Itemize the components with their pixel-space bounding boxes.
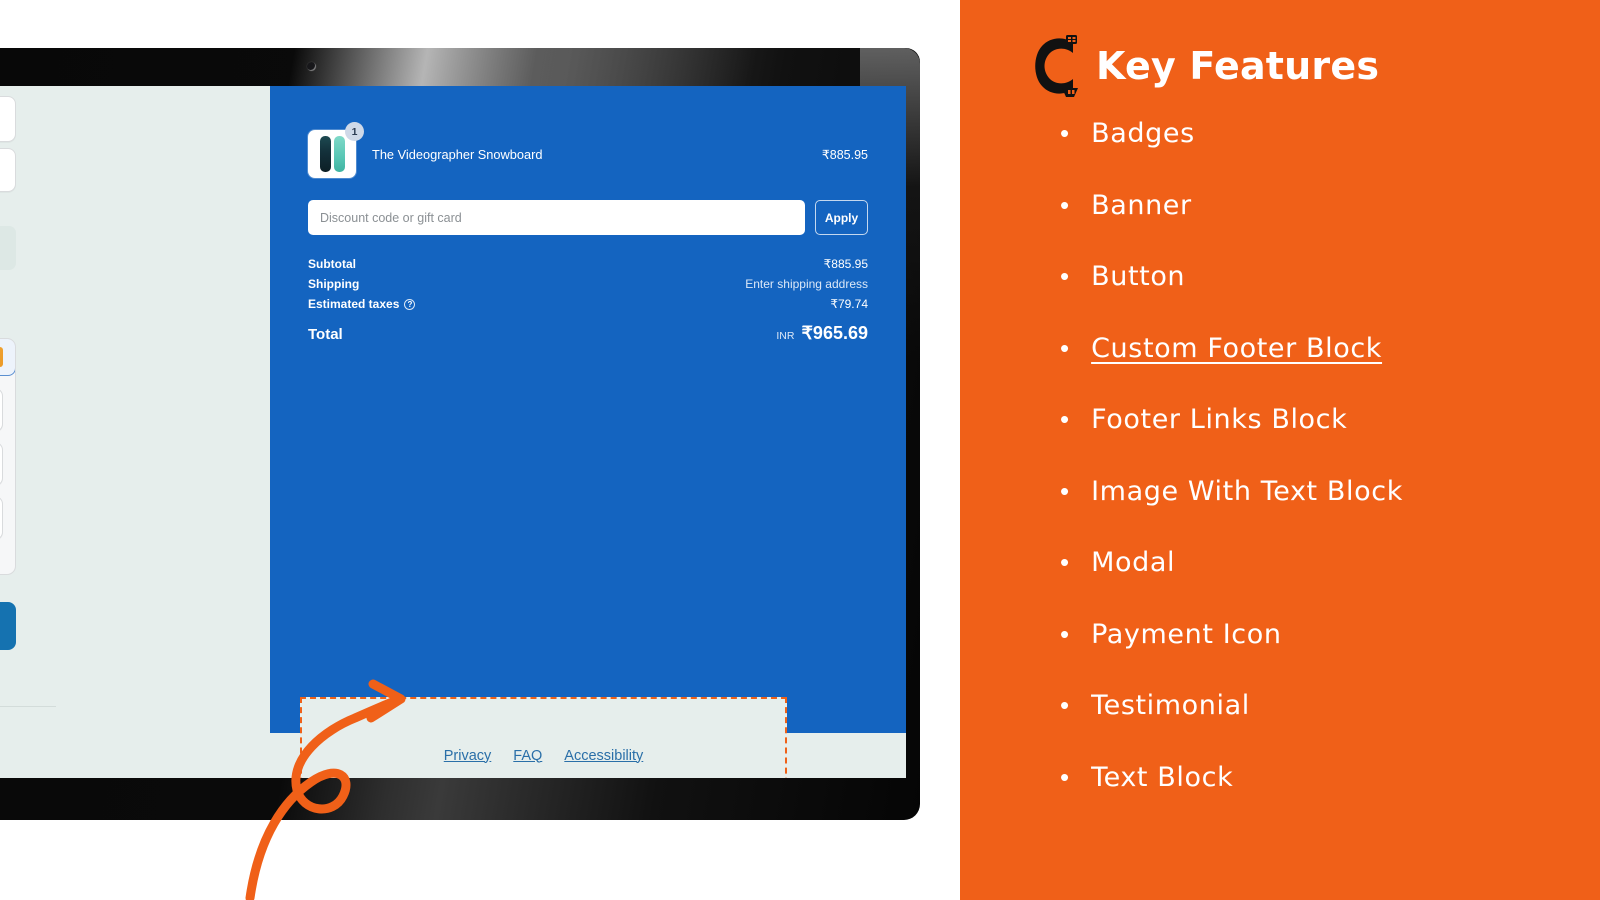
- discount-row: Discount code or gift card Apply: [308, 200, 868, 235]
- screenshot-root: West Bengal PIN code Enter your shipping…: [0, 0, 1600, 900]
- feature-item-badges[interactable]: • Badges: [1060, 118, 1580, 190]
- feature-item-footer-links-block[interactable]: • Footer Links Block: [1060, 404, 1580, 476]
- expiry-security-row: Expiration date (MM / YY) Security code …: [0, 442, 3, 486]
- feature-item-text-block[interactable]: • Text Block: [1060, 762, 1580, 834]
- bullet-icon: •: [1060, 547, 1070, 577]
- order-summary-panel: 1 The Videographer Snowboard ₹885.95 Dis…: [270, 86, 906, 733]
- taxes-label: Estimated taxes: [308, 297, 400, 311]
- bullet-icon: •: [1060, 261, 1070, 291]
- shipping-methods-note: Enter your shipping address to view avai…: [0, 226, 16, 270]
- apply-label: Apply: [824, 210, 859, 225]
- bullet-icon: •: [1060, 690, 1070, 720]
- snowboard-dark: [319, 136, 331, 172]
- subtotal-label: Subtotal: [308, 257, 356, 271]
- state-pin-row: West Bengal PIN code: [0, 148, 16, 192]
- footer-link-accessibility[interactable]: Accessibility: [564, 748, 643, 764]
- feature-item-payment-icon[interactable]: • Payment Icon: [1060, 619, 1580, 691]
- bullet-icon: •: [1060, 189, 1070, 220]
- name-on-card-input[interactable]: Name on card: [0, 496, 3, 540]
- security-code-input[interactable]: Security code ?: [0, 442, 3, 486]
- shipping-label: Shipping: [308, 277, 360, 291]
- payment-fields: Card number Expiration date (MM / YY) Se…: [0, 376, 15, 574]
- total-label: Total: [308, 326, 343, 343]
- product-name: The Videographer Snowboard: [372, 146, 543, 162]
- feature-item-banner[interactable]: • Banner: [1060, 190, 1580, 262]
- bullet-icon: •: [1060, 332, 1070, 363]
- feature-item-image-with-text-block[interactable]: • Image With Text Block: [1060, 476, 1580, 548]
- totals-row-taxes: Estimated taxes ? ₹79.74: [308, 297, 868, 311]
- custom-footer-block: Privacy FAQ Accessibility: [300, 697, 787, 778]
- apply-discount-button[interactable]: Apply: [815, 200, 868, 235]
- feature-item-testimonial[interactable]: • Testimonial: [1060, 690, 1580, 762]
- bullet-icon: •: [1060, 618, 1070, 649]
- feature-item-custom-footer-block[interactable]: • Custom Footer Block: [1060, 333, 1580, 405]
- totals-row-shipping: Shipping Enter shipping address: [308, 277, 868, 291]
- total-value-wrap: INR ₹965.69: [776, 323, 868, 344]
- discount-placeholder: Discount code or gift card: [320, 210, 462, 225]
- feature-label: Banner: [1091, 189, 1192, 221]
- feature-label: Payment Icon: [1091, 618, 1282, 650]
- product-thumbnail-wrap: 1: [308, 122, 364, 178]
- snowboard-light: [333, 136, 345, 172]
- feature-label: Text Block: [1091, 761, 1234, 793]
- feature-label: Modal: [1091, 547, 1176, 578]
- subtotal-value: ₹885.95: [823, 257, 868, 271]
- bullet-icon: •: [1060, 475, 1070, 506]
- footer-link-faq[interactable]: FAQ: [513, 748, 542, 764]
- totals-row-subtotal: Subtotal ₹885.95: [308, 257, 868, 271]
- c-logo-icon: [1035, 35, 1078, 97]
- totals-row-total: Total INR ₹965.69: [308, 323, 868, 344]
- feature-label: Image With Text Block: [1091, 475, 1403, 507]
- billing-address-note: Use shipping address as billing address: [0, 550, 3, 562]
- total-amount: ₹965.69: [801, 323, 868, 343]
- quantity-badge: 1: [345, 122, 364, 141]
- currency-code: INR: [776, 330, 795, 342]
- feature-item-modal[interactable]: • Modal: [1060, 547, 1580, 619]
- totals-list: Subtotal ₹885.95 Shipping Enter shipping…: [308, 257, 868, 344]
- payment-card: B Card number Expiration date (MM / YY): [0, 338, 16, 575]
- taxes-label-wrap: Estimated taxes ?: [308, 297, 416, 311]
- feature-label: Button: [1091, 261, 1186, 292]
- discount-input[interactable]: Discount code or gift card: [308, 200, 805, 235]
- bogus-gateway-badge: B: [0, 347, 3, 367]
- taxes-info-icon[interactable]: ?: [404, 298, 416, 310]
- address-field[interactable]: [0, 96, 16, 142]
- bullet-icon: •: [1060, 404, 1070, 434]
- feature-label: Footer Links Block: [1091, 404, 1348, 435]
- checkout-form-column: West Bengal PIN code Enter your shipping…: [0, 86, 270, 733]
- order-line-item: 1 The Videographer Snowboard ₹885.95: [308, 122, 868, 178]
- taxes-value: ₹79.74: [830, 297, 868, 311]
- feature-label: Badges: [1091, 118, 1195, 149]
- panel-header: Key Features: [1026, 30, 1379, 102]
- features-list: • Badges • Banner • Button • Custom Foot…: [1060, 118, 1580, 833]
- pin-code-input[interactable]: PIN code: [0, 148, 16, 192]
- shipping-value: Enter shipping address: [745, 277, 868, 291]
- webcam-icon: [307, 62, 316, 71]
- feature-label: Testimonial: [1091, 690, 1250, 721]
- bullet-icon: •: [1060, 761, 1070, 792]
- form-divider: [0, 706, 56, 707]
- panel-title: Key Features: [1096, 44, 1380, 88]
- key-features-panel: Key Features • Badges • Banner • Button …: [960, 0, 1600, 900]
- footer-link-privacy[interactable]: Privacy: [444, 748, 492, 764]
- laptop-mockup: West Bengal PIN code Enter your shipping…: [0, 48, 920, 820]
- laptop-screen: West Bengal PIN code Enter your shipping…: [0, 86, 906, 778]
- card-number-input[interactable]: Card number: [0, 388, 3, 432]
- product-price: ₹885.95: [821, 147, 868, 162]
- pay-now-button[interactable]: Pay now: [0, 602, 16, 650]
- feature-label: Custom Footer Block: [1091, 332, 1383, 364]
- payment-method-selected-row[interactable]: B: [0, 339, 15, 376]
- bullet-icon: •: [1060, 118, 1070, 148]
- feature-item-button[interactable]: • Button: [1060, 261, 1580, 333]
